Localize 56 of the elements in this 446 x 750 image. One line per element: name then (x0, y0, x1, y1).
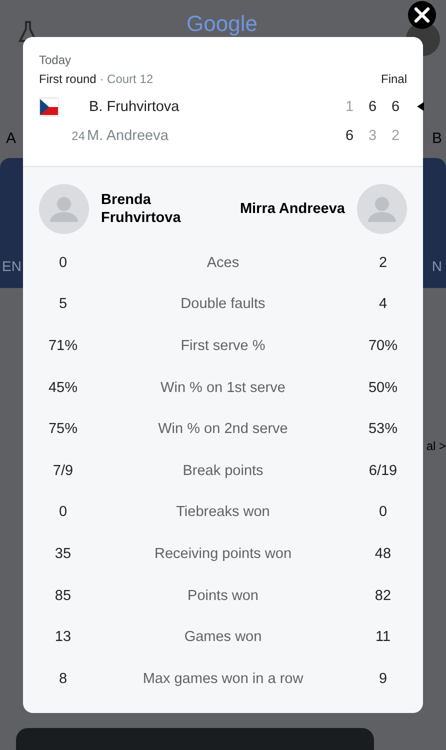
stat-value: 85 (54, 588, 72, 604)
set-score: 6 (390, 98, 401, 114)
stat-value: 9 (378, 670, 388, 687)
set-score: 3 (367, 128, 378, 144)
stat-value: 82 (374, 588, 392, 604)
stat-value: 8 (58, 670, 68, 687)
set-score: 6 (367, 98, 378, 114)
player-name: Mirra Andreeva (240, 200, 345, 218)
stat-value: 7/9 (52, 462, 74, 479)
player-name: B. Fruhvirtova (89, 98, 180, 114)
stat-label: Games won (183, 629, 263, 646)
player-name: M. Andreeva (87, 128, 170, 144)
avatar-icon (357, 184, 407, 234)
banner-text-fragment: EN (2, 258, 22, 274)
stat-value: 5 (58, 296, 68, 312)
stat-value: 45% (47, 380, 79, 396)
player-name: Brenda Fruhvirtova (101, 191, 182, 227)
stat-value: 50% (367, 380, 399, 396)
stat-value: 35 (54, 546, 72, 562)
stat-value: 13 (54, 629, 72, 646)
link-fragment[interactable]: al > (426, 439, 446, 453)
stat-label: Max games won in a row (142, 670, 304, 687)
stat-value: 11 (374, 629, 392, 646)
stat-value: 4 (378, 296, 388, 312)
seed-number: 24 (70, 128, 86, 142)
stat-value: 71% (47, 338, 79, 354)
set-score: 1 (344, 98, 355, 114)
stat-value: 48 (374, 546, 392, 562)
stat-label: Aces (206, 254, 240, 271)
stat-value: 53% (367, 421, 399, 438)
tab-fragment[interactable]: A (6, 130, 16, 158)
stat-value: 2 (378, 254, 388, 271)
stat-label: Double faults (180, 296, 266, 312)
stat-value: 70% (367, 338, 399, 354)
stat-value: 75% (47, 421, 79, 438)
stat-label: Tiebreaks won (175, 504, 271, 520)
stat-label: Win % on 2nd serve (157, 421, 289, 438)
stat-value: 0 (58, 254, 68, 271)
banner-text-fragment: N (432, 258, 442, 274)
stat-value: 0 (58, 504, 68, 520)
match-status: Final (380, 72, 407, 86)
match-date: Today (39, 53, 72, 67)
stat-value: 0 (378, 504, 388, 520)
stat-label: Win % on 1st serve (160, 380, 286, 396)
round-info: First round · Court 12 (39, 72, 154, 86)
avatar-icon (39, 184, 89, 234)
set-score: 6 (344, 128, 355, 144)
stat-label: First serve % (180, 338, 266, 354)
close-icon (414, 7, 430, 23)
logo: Google (186, 12, 258, 36)
set-score: 2 (390, 128, 401, 144)
stat-label: Break points (182, 462, 264, 479)
tab-fragment[interactable]: B (432, 130, 442, 158)
stat-label: Receiving points won (153, 546, 293, 562)
stat-label: Points won (186, 588, 260, 604)
stat-value: 6/19 (368, 462, 398, 479)
